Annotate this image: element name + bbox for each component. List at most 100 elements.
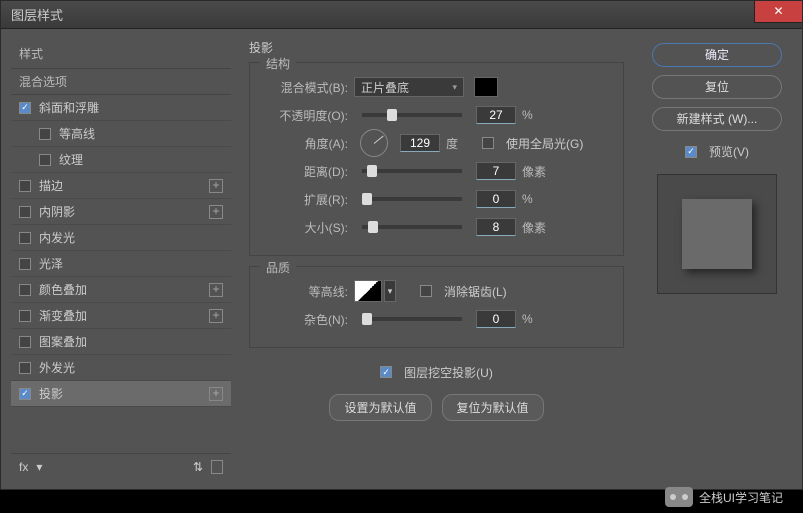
- blend-options-header[interactable]: 混合选项: [11, 68, 231, 95]
- effect-label: 内发光: [39, 229, 75, 246]
- effect-checkbox[interactable]: [39, 128, 51, 140]
- opacity-value[interactable]: 27: [476, 106, 516, 124]
- effect-label: 图案叠加: [39, 333, 87, 350]
- effect-checkbox[interactable]: [19, 232, 31, 244]
- add-effect-icon[interactable]: +: [209, 205, 223, 219]
- angle-value[interactable]: 129: [400, 134, 440, 152]
- effect-label: 斜面和浮雕: [39, 99, 99, 116]
- effect-label: 内阴影: [39, 203, 75, 220]
- effect-3[interactable]: 描边 +: [11, 173, 231, 199]
- effects-footer: fx ▾ ⇅: [11, 453, 231, 479]
- effect-label: 外发光: [39, 359, 75, 376]
- preview-box: [657, 174, 777, 294]
- effect-label: 描边: [39, 177, 63, 194]
- effect-6[interactable]: 光泽: [11, 251, 231, 277]
- preview-checkbox[interactable]: [685, 146, 697, 158]
- effect-10[interactable]: 外发光: [11, 355, 231, 381]
- cancel-button[interactable]: 复位: [652, 75, 782, 99]
- effects-panel: 样式 混合选项 斜面和浮雕等高线纹理描边 + 内阴影 + 内发光光泽颜色叠加 + 渐变叠加 +…: [11, 39, 231, 479]
- noise-slider[interactable]: [362, 317, 462, 321]
- effect-checkbox[interactable]: [19, 180, 31, 192]
- spread-unit: %: [522, 192, 552, 206]
- effect-checkbox[interactable]: [19, 336, 31, 348]
- opacity-label: 不透明度(O):: [262, 107, 348, 124]
- effect-checkbox[interactable]: [19, 284, 31, 296]
- noise-unit: %: [522, 312, 552, 326]
- effect-4[interactable]: 内阴影 +: [11, 199, 231, 225]
- effect-checkbox[interactable]: [19, 258, 31, 270]
- set-default-button[interactable]: 设置为默认值: [329, 394, 431, 421]
- distance-unit: 像素: [522, 163, 552, 180]
- spread-slider[interactable]: [362, 197, 462, 201]
- effect-9[interactable]: 图案叠加: [11, 329, 231, 355]
- effect-2[interactable]: 纹理: [11, 147, 231, 173]
- size-label: 大小(S):: [262, 219, 348, 236]
- close-button[interactable]: ✕: [754, 1, 802, 23]
- styles-header: 样式: [11, 39, 231, 68]
- distance-slider[interactable]: [362, 169, 462, 173]
- fx-icon[interactable]: fx: [19, 460, 28, 474]
- effect-5[interactable]: 内发光: [11, 225, 231, 251]
- section-title: 投影: [249, 39, 624, 56]
- effect-checkbox[interactable]: [39, 154, 51, 166]
- effect-checkbox[interactable]: [19, 388, 31, 400]
- antialias-checkbox[interactable]: [420, 285, 432, 297]
- chevron-down-icon: ▾: [452, 82, 457, 93]
- titlebar[interactable]: 图层样式 ✕: [1, 1, 802, 29]
- size-slider[interactable]: [362, 225, 462, 229]
- blend-mode-select[interactable]: 正片叠底▾: [354, 77, 464, 97]
- global-light-checkbox[interactable]: [482, 137, 494, 149]
- effect-label: 等高线: [59, 125, 95, 142]
- effect-checkbox[interactable]: [19, 362, 31, 374]
- knockout-checkbox[interactable]: [380, 366, 392, 378]
- effect-label: 投影: [39, 385, 63, 402]
- contour-label: 等高线:: [262, 283, 348, 300]
- add-effect-icon[interactable]: +: [209, 179, 223, 193]
- effect-label: 颜色叠加: [39, 281, 87, 298]
- size-value[interactable]: 8: [476, 218, 516, 236]
- ok-button[interactable]: 确定: [652, 43, 782, 67]
- noise-value[interactable]: 0: [476, 310, 516, 328]
- contour-picker[interactable]: [354, 280, 382, 302]
- angle-dial[interactable]: [360, 129, 388, 157]
- effect-label: 渐变叠加: [39, 307, 87, 324]
- fx-menu-arrow[interactable]: ▾: [36, 460, 42, 474]
- spread-label: 扩展(R):: [262, 191, 348, 208]
- preview-label: 预览(V): [709, 143, 749, 160]
- layer-style-dialog: 图层样式 ✕ 样式 混合选项 斜面和浮雕等高线纹理描边+内阴影+内发光光泽颜色叠…: [0, 0, 803, 490]
- watermark-icon: [665, 487, 693, 507]
- effect-checkbox[interactable]: [19, 206, 31, 218]
- add-effect-icon[interactable]: +: [209, 387, 223, 401]
- opacity-slider[interactable]: [362, 113, 462, 117]
- distance-value[interactable]: 7: [476, 162, 516, 180]
- distance-label: 距离(D):: [262, 163, 348, 180]
- add-effect-icon[interactable]: +: [209, 309, 223, 323]
- global-light-label: 使用全局光(G): [506, 135, 583, 152]
- effect-7[interactable]: 颜色叠加 +: [11, 277, 231, 303]
- structure-legend: 结构: [260, 55, 296, 72]
- effect-8[interactable]: 渐变叠加 +: [11, 303, 231, 329]
- knockout-label: 图层挖空投影(U): [404, 364, 493, 381]
- window-title: 图层样式: [1, 5, 63, 24]
- structure-fieldset: 结构 混合模式(B): 正片叠底▾ 不透明度(O): 27 % 角度(A): 1…: [249, 62, 624, 256]
- effect-11[interactable]: 投影 +: [11, 381, 231, 407]
- preview-swatch: [682, 199, 752, 269]
- effect-1[interactable]: 等高线: [11, 121, 231, 147]
- antialias-label: 消除锯齿(L): [444, 283, 507, 300]
- effect-checkbox[interactable]: [19, 102, 31, 114]
- settings-panel: 投影 结构 混合模式(B): 正片叠底▾ 不透明度(O): 27 % 角度(A)…: [241, 39, 632, 479]
- add-effect-icon[interactable]: +: [209, 283, 223, 297]
- shadow-color-swatch[interactable]: [474, 77, 498, 97]
- up-down-icon[interactable]: ⇅: [193, 460, 203, 474]
- blend-mode-label: 混合模式(B):: [262, 79, 348, 96]
- size-unit: 像素: [522, 219, 552, 236]
- reset-default-button[interactable]: 复位为默认值: [442, 394, 544, 421]
- contour-dropdown[interactable]: ▾: [384, 280, 396, 302]
- trash-icon[interactable]: [211, 460, 223, 474]
- effect-label: 纹理: [59, 151, 83, 168]
- effect-checkbox[interactable]: [19, 310, 31, 322]
- watermark: 全栈UI学习笔记: [665, 487, 783, 507]
- effect-0[interactable]: 斜面和浮雕: [11, 95, 231, 121]
- spread-value[interactable]: 0: [476, 190, 516, 208]
- new-style-button[interactable]: 新建样式 (W)...: [652, 107, 782, 131]
